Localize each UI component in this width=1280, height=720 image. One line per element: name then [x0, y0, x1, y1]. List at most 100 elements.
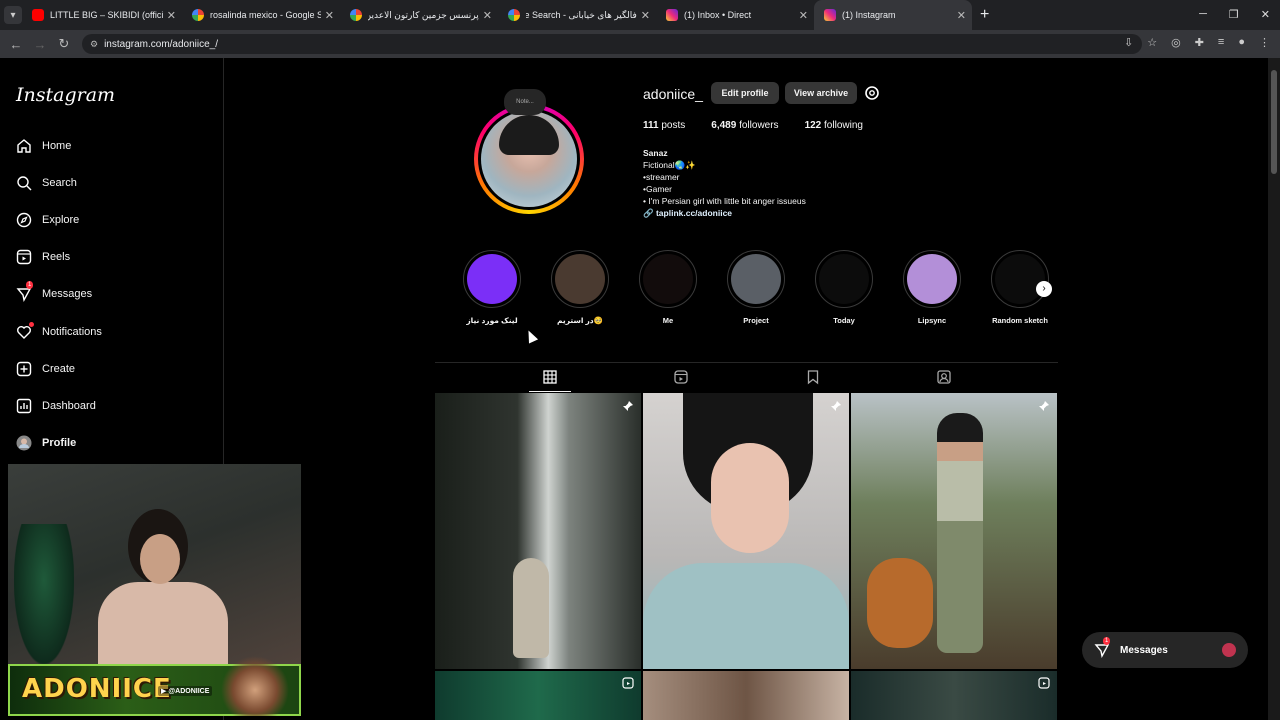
profile-tabs [435, 362, 1058, 392]
menu-icon[interactable]: ⋮ [1259, 36, 1270, 49]
profile-bio: Sanaz Fictional🌏✨ •streamer •Gamer • I'm… [643, 147, 806, 219]
sidebar-item-dashboard[interactable]: Dashboard [16, 398, 96, 414]
highlight-item[interactable]: لینک مورد نیاز [462, 250, 522, 325]
sidebar-item-home[interactable]: Home [16, 138, 71, 154]
profile-avatar-icon[interactable]: ● [1238, 36, 1245, 49]
followers-stat[interactable]: 6,489 followers [711, 120, 778, 131]
browser-toolbar: ← → ↻ ⚙ instagram.com/adoniice_/ ⇩ ☆ ◎ ✚… [0, 30, 1280, 58]
instagram-icon [824, 9, 836, 21]
close-icon[interactable]: ✕ [641, 9, 650, 22]
note-bubble[interactable]: Note... [504, 89, 546, 115]
browser-tab-4[interactable]: فالگیر های خیابانی - Google Search ✕ [498, 0, 656, 30]
saved-icon[interactable] [805, 369, 821, 385]
browser-tab-3[interactable]: پرنسس جزمین کارتون الاعدین - Search ✕ [340, 0, 498, 30]
new-tab-button[interactable]: + [980, 6, 989, 24]
edit-profile-button[interactable]: Edit profile [711, 82, 779, 104]
media-icon[interactable]: ≡ [1218, 36, 1224, 49]
pin-icon [622, 399, 634, 411]
close-icon[interactable]: ✕ [167, 9, 176, 22]
page-scrollbar[interactable] [1268, 58, 1280, 720]
close-icon[interactable]: ✕ [799, 9, 808, 22]
bio-line: Fictional🌏✨ [643, 160, 696, 170]
tagged-icon[interactable] [936, 369, 952, 385]
highlight-item[interactable]: Today [814, 250, 874, 325]
webcam-overlay: ADONIICE ▶ @ADONIICE [8, 464, 301, 716]
forward-icon[interactable]: → [28, 37, 52, 52]
search-icon [16, 175, 32, 191]
sidebar-item-search[interactable]: Search [16, 175, 77, 191]
active-tab-indicator [529, 391, 571, 392]
mouse-cursor [523, 328, 539, 344]
close-icon[interactable]: ✕ [483, 9, 492, 22]
google-icon [350, 9, 362, 21]
instagram-logo[interactable]: Instagram [16, 84, 115, 106]
extension-icon[interactable]: ◎ [1171, 36, 1181, 49]
post-thumbnail[interactable] [435, 671, 641, 720]
plant-image [14, 524, 74, 664]
browser-tab-strip: ▾ LITTLE BIG – SKIBIDI (official mu ✕ ro… [0, 0, 1280, 30]
sidebar-item-profile[interactable]: Profile [16, 435, 76, 451]
install-icon[interactable]: ⇩ [1124, 36, 1133, 49]
following-stat[interactable]: 122 following [805, 120, 863, 131]
highlight-item[interactable]: Lipsync [902, 250, 962, 325]
view-archive-button[interactable]: View archive [785, 82, 857, 104]
close-icon[interactable]: ✕ [957, 9, 966, 22]
bio-link[interactable]: 🔗 taplink.cc/adoniice [643, 207, 806, 219]
highlight-item[interactable]: Me [638, 250, 698, 325]
browser-tab-6[interactable]: (1) Instagram ✕ [814, 0, 972, 30]
google-icon [192, 9, 204, 21]
messages-float-button[interactable]: 1 Messages [1082, 632, 1248, 668]
browser-tab-1[interactable]: LITTLE BIG – SKIBIDI (official mu ✕ [22, 0, 182, 30]
bio-name: Sanaz [643, 148, 668, 158]
sidebar-item-notifications[interactable]: Notifications [16, 322, 102, 340]
sidebar-item-reels[interactable]: Reels [16, 249, 70, 265]
post-thumbnail[interactable] [851, 671, 1057, 720]
highlight-item[interactable]: Project [726, 250, 786, 325]
post-thumbnail[interactable] [851, 393, 1057, 669]
puzzle-icon[interactable]: ✚ [1195, 36, 1204, 49]
close-icon[interactable]: ✕ [325, 9, 334, 22]
restore-icon[interactable]: ❐ [1229, 8, 1239, 21]
avatar-icon [16, 435, 32, 451]
tab-search-button[interactable]: ▾ [4, 6, 22, 24]
link-icon: 🔗 [643, 208, 654, 218]
sidebar-item-messages[interactable]: 1 Messages [16, 281, 92, 302]
reel-icon [622, 676, 634, 689]
banner-character-image [220, 648, 290, 716]
post-thumbnail[interactable] [435, 393, 641, 669]
sidebar-item-create[interactable]: Create [16, 361, 75, 377]
back-icon[interactable]: ← [4, 37, 28, 52]
highlight-cover [819, 254, 869, 304]
minimize-icon[interactable]: ─ [1199, 8, 1207, 21]
posts-grid-icon[interactable] [542, 369, 558, 385]
highlight-cover [907, 254, 957, 304]
bio-line: •Gamer [643, 184, 672, 194]
browser-tab-2[interactable]: rosalinda mexico - Google Searc ✕ [182, 0, 340, 30]
settings-gear-icon[interactable] [863, 84, 881, 102]
post-thumbnail[interactable] [643, 393, 849, 669]
banner-title: ADONIICE [22, 674, 172, 704]
stream-banner: ADONIICE ▶ @ADONIICE [8, 648, 301, 716]
bookmark-star-icon[interactable]: ☆ [1147, 36, 1157, 49]
profile-avatar[interactable] [474, 104, 584, 214]
toolbar-icons: ⇩ ☆ ◎ ✚ ≡ ● ⋮ [1124, 36, 1270, 49]
reels-icon [16, 249, 32, 265]
browser-tab-5[interactable]: (1) Inbox • Direct ✕ [656, 0, 814, 30]
post-thumbnail[interactable] [643, 671, 849, 720]
highlight-cover [643, 254, 693, 304]
site-info-icon[interactable]: ⚙ [90, 39, 98, 50]
address-bar[interactable]: ⚙ instagram.com/adoniice_/ [82, 34, 1142, 54]
close-window-icon[interactable]: ✕ [1261, 8, 1270, 21]
chart-icon [16, 398, 32, 414]
reels-tab-icon[interactable] [673, 369, 689, 385]
heart-icon [16, 322, 34, 340]
google-icon [508, 9, 520, 21]
messages-badge: 1 [26, 281, 34, 289]
home-icon [16, 138, 32, 154]
highlight-cover [731, 254, 781, 304]
highlight-item[interactable]: در استریم🥺 [550, 250, 610, 325]
sidebar-item-explore[interactable]: Explore [16, 212, 79, 228]
pin-icon [1038, 399, 1050, 411]
highlights-next-button[interactable]: › [1036, 281, 1052, 297]
reload-icon[interactable]: ↻ [52, 36, 76, 52]
